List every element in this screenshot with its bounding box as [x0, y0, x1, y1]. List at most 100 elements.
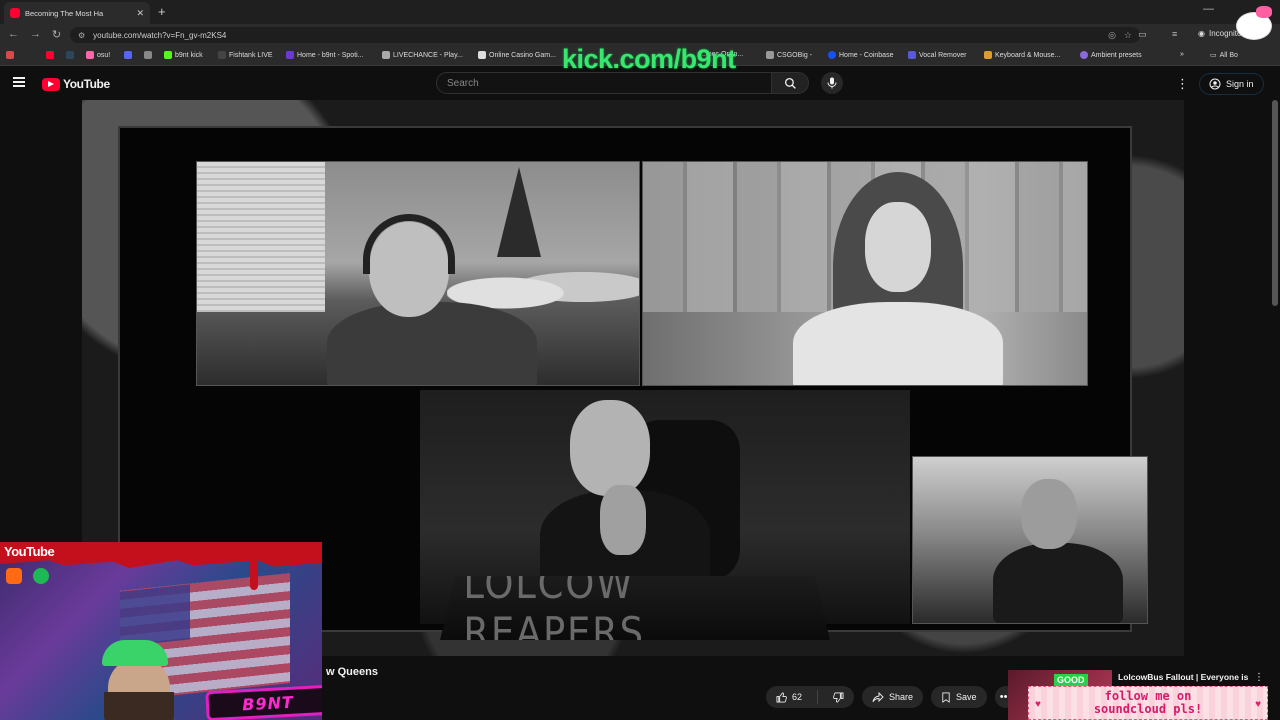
- streamer-webcam: YouTube B9NT: [0, 542, 322, 720]
- close-icon[interactable]: ✕: [136, 8, 144, 19]
- bookmark-osu[interactable]: osu!: [86, 51, 110, 59]
- bookmark-csgobig[interactable]: CSGOBig -: [766, 51, 812, 59]
- recommended-menu-icon[interactable]: ⋮: [1254, 672, 1264, 683]
- url-text[interactable]: youtube.com/watch?v=Fn_gv-m2KS4: [93, 31, 1100, 40]
- bookmark-settings-icon[interactable]: [144, 51, 152, 59]
- star-icon[interactable]: ☆: [1124, 30, 1132, 41]
- bookmark-keyboard-mouse[interactable]: Keyboard & Mouse...: [984, 51, 1060, 59]
- omnibox[interactable]: ⚙ youtube.com/watch?v=Fn_gv-m2KS4 ◎ ☆: [70, 27, 1140, 43]
- heart-icon: ♥: [1035, 699, 1041, 710]
- save-icon: [942, 692, 950, 703]
- page-scrollbar[interactable]: [1272, 100, 1278, 306]
- microphone-icon: [827, 77, 837, 89]
- bookmarks-overflow-icon[interactable]: »: [1180, 51, 1184, 58]
- streamer-beard: [104, 692, 174, 720]
- save-label: Save: [956, 692, 977, 702]
- site-info-icon[interactable]: ⚙: [78, 31, 85, 40]
- person-face: [570, 400, 650, 496]
- person-face: [865, 202, 931, 292]
- bookmark-fishtank[interactable]: Fishtank LIVE: [218, 51, 273, 59]
- spotify-icon: [33, 568, 49, 584]
- flag-canton: [120, 584, 190, 647]
- like-dislike-group: 62: [766, 686, 855, 708]
- hello-kitty-bow: [1256, 6, 1272, 18]
- youtube-favicon-icon: [10, 8, 20, 18]
- share-label: Share: [889, 692, 914, 702]
- bookmark-discord-icon[interactable]: [124, 51, 132, 59]
- webcam-feed-1: [196, 161, 640, 386]
- save-button[interactable]: Save: [931, 686, 987, 708]
- youtube-logo-text: YouTube: [63, 77, 110, 91]
- video-title: w Queens: [326, 666, 378, 678]
- back-icon[interactable]: ←: [8, 28, 19, 40]
- incognito-icon: ◉: [1198, 29, 1205, 38]
- soundcloud-line-2: soundcloud pls!: [1093, 702, 1203, 716]
- bookmark-b9nt-kick[interactable]: b9nt kick: [164, 51, 203, 59]
- bookmark-youtube-icon[interactable]: [46, 51, 54, 59]
- webcam-youtube-label: YouTube: [4, 544, 55, 559]
- bookmark-steam-icon[interactable]: [66, 51, 74, 59]
- cast-icon[interactable]: ▭: [1138, 29, 1147, 40]
- bookmark-livechance[interactable]: LIVECHANCE - Play...: [382, 51, 463, 59]
- b9nt-logo-text: B9NT: [241, 692, 295, 714]
- forward-icon[interactable]: →: [30, 28, 41, 40]
- apps-icon[interactable]: [6, 51, 14, 59]
- share-button[interactable]: Share: [862, 686, 924, 708]
- folder-icon: ▭: [1210, 52, 1217, 59]
- b9nt-logo: B9NT: [205, 684, 322, 720]
- dislike-button[interactable]: [823, 686, 854, 708]
- like-divider: [817, 690, 819, 704]
- bookmark-ambient-presets[interactable]: Ambient presets: [1080, 51, 1142, 59]
- all-bookmarks[interactable]: ▭ All Bo: [1210, 51, 1238, 60]
- window-blinds: [197, 162, 325, 312]
- eye-off-icon[interactable]: ◎: [1108, 30, 1116, 41]
- thumbs-down-icon: [833, 692, 844, 702]
- youtube-play-icon: [42, 77, 60, 91]
- person-hand: [600, 485, 646, 555]
- soundcloud-icon: [6, 568, 22, 584]
- bookmark-casino[interactable]: Online Casino Gam...: [478, 51, 556, 59]
- youtube-logo[interactable]: YouTube: [42, 77, 110, 91]
- reload-icon[interactable]: ↻: [52, 28, 61, 41]
- webcam-feed-2: [642, 161, 1088, 386]
- menu-icon[interactable]: [13, 77, 25, 87]
- show-banner: LOLCOW REAPERS: [440, 576, 830, 640]
- new-tab-icon[interactable]: +: [158, 4, 166, 19]
- address-bar: ← → ↻ ⚙ youtube.com/watch?v=Fn_gv-m2KS4 …: [0, 24, 1280, 46]
- thumbs-up-icon: [776, 692, 787, 702]
- bookmark-vocal-remover[interactable]: Vocal Remover: [908, 51, 966, 59]
- voice-search-button[interactable]: [821, 72, 843, 94]
- account-icon: [1209, 78, 1221, 90]
- tab-search-icon[interactable]: ≡: [1172, 29, 1177, 39]
- thumbnail-badge: GOOD: [1054, 674, 1088, 686]
- bookmark-coinbase[interactable]: Home - Coinbase: [828, 51, 893, 59]
- person-body: [327, 302, 537, 385]
- search-button[interactable]: [771, 72, 809, 94]
- heart-icon: ♥: [1255, 699, 1261, 710]
- person-face: [1021, 479, 1077, 549]
- search-icon: [784, 77, 796, 89]
- browser-tab[interactable]: Becoming The Most Ha ✕: [4, 2, 150, 24]
- tab-title: Becoming The Most Ha: [25, 8, 104, 18]
- minimize-icon[interactable]: —: [1203, 3, 1214, 15]
- sign-in-button[interactable]: Sign in: [1199, 73, 1264, 95]
- settings-more-icon[interactable]: ⋮: [1176, 76, 1189, 92]
- streamer-cap: [102, 640, 168, 666]
- browser-tabstrip: Becoming The Most Ha ✕ + —: [0, 0, 1280, 24]
- sign-in-label: Sign in: [1226, 79, 1254, 89]
- search-box: [436, 72, 772, 94]
- webcam-feed-4: [912, 456, 1148, 624]
- headphones: [363, 214, 455, 274]
- kick-url-overlay: kick.com/b9nt: [562, 44, 736, 74]
- bookmark-spotify[interactable]: Home - b9nt - Spoti...: [286, 51, 364, 59]
- person-body: [993, 543, 1123, 623]
- share-icon: [872, 691, 884, 702]
- pine-tree: [497, 167, 541, 257]
- hello-kitty-sticker: [1232, 2, 1276, 42]
- like-count: 62: [792, 692, 803, 702]
- recommended-title[interactable]: LolcowBus Fallout | Everyone is: [1118, 672, 1254, 682]
- search-input[interactable]: [447, 77, 761, 89]
- soundcloud-banner: ♥ ♥ follow me on soundcloud pls!: [1028, 686, 1268, 720]
- person-body: [793, 302, 1003, 385]
- like-button[interactable]: 62: [766, 686, 812, 708]
